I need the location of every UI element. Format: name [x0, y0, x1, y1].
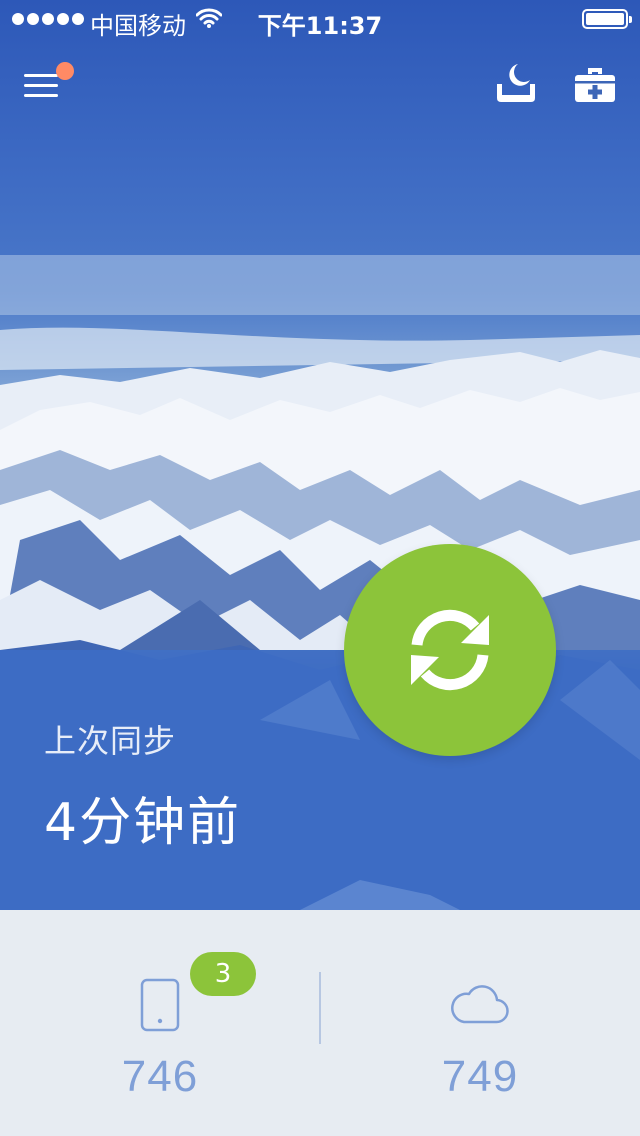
local-stat[interactable]: [140, 978, 180, 1036]
hamburger-menu-icon-line: [24, 94, 58, 97]
phone-icon: [140, 978, 180, 1032]
battery-level: [586, 13, 624, 25]
sleep-mode-button[interactable]: [494, 62, 538, 104]
cloud-icon: [451, 985, 509, 1024]
cloud-contact-count: 749: [441, 1052, 519, 1101]
status-bar: 中国移动 下午11:37: [0, 0, 640, 40]
hamburger-menu-icon-line: [24, 84, 58, 87]
cloud-stat[interactable]: [450, 982, 510, 1030]
sync-button[interactable]: [344, 544, 556, 756]
pending-count-badge: 3: [190, 952, 256, 996]
moon-bed-icon: [497, 64, 535, 102]
local-contact-count: 746: [121, 1052, 199, 1101]
stats-divider: [319, 972, 321, 1044]
medical-kit-icon: [575, 68, 615, 102]
menu-button[interactable]: [24, 62, 74, 100]
last-sync-label: 上次同步: [44, 722, 177, 760]
toolbox-button[interactable]: [574, 64, 616, 104]
sync-arrows-icon: [411, 609, 489, 691]
hamburger-menu-icon: [24, 74, 58, 77]
contact-stats-bar: 3 746 749: [0, 910, 640, 1136]
hero-background: [0, 0, 640, 910]
battery-icon: [582, 9, 632, 29]
app-screen: 中国移动 下午11:37 上次同步 4分钟前 3 746 749: [0, 0, 640, 1136]
status-time: 下午11:37: [257, 12, 383, 40]
last-sync-time: 4分钟前: [44, 793, 242, 853]
notification-dot: [56, 62, 74, 80]
